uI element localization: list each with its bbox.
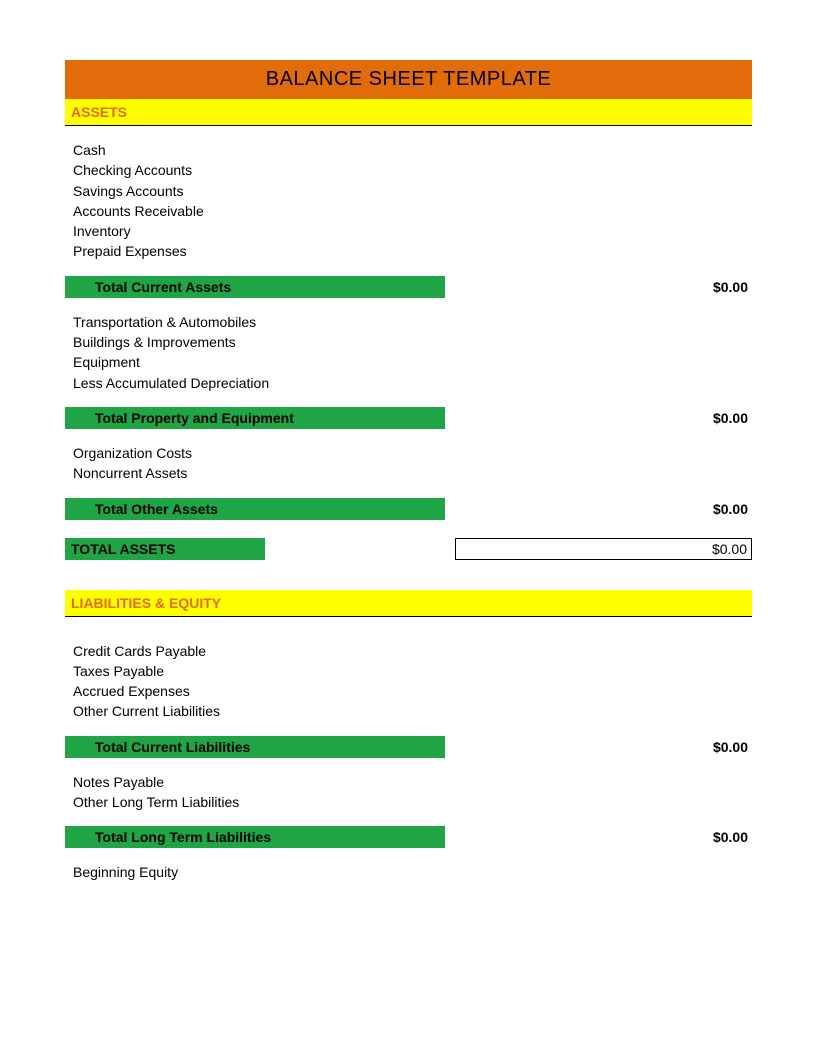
current-assets-items: Cash Checking Accounts Savings Accounts … xyxy=(65,126,752,262)
spacer xyxy=(265,538,455,560)
line-item: Credit Cards Payable xyxy=(73,641,752,661)
line-item: Noncurrent Assets xyxy=(73,463,752,483)
subtotal-value: $0.00 xyxy=(445,407,752,429)
subtotal-label: Total Other Assets xyxy=(65,498,445,520)
line-item: Inventory xyxy=(73,221,752,241)
equity-items: Beginning Equity xyxy=(65,848,752,882)
subtotal-value: $0.00 xyxy=(445,736,752,758)
total-assets-label: TOTAL ASSETS xyxy=(65,538,265,560)
line-item: Cash xyxy=(73,140,752,160)
line-item: Beginning Equity xyxy=(73,862,752,882)
subtotal-value: $0.00 xyxy=(445,276,752,298)
property-equipment-items: Transportation & Automobiles Buildings &… xyxy=(65,298,752,393)
subtotal-label: Total Long Term Liabilities xyxy=(65,826,445,848)
total-assets-value: $0.00 xyxy=(455,538,752,560)
subtotal-current-assets: Total Current Assets $0.00 xyxy=(65,276,752,298)
line-item: Savings Accounts xyxy=(73,181,752,201)
subtotal-label: Total Property and Equipment xyxy=(65,407,445,429)
line-item: Checking Accounts xyxy=(73,160,752,180)
subtotal-label: Total Current Assets xyxy=(65,276,445,298)
total-assets-row: TOTAL ASSETS $0.00 xyxy=(65,538,752,560)
line-item: Taxes Payable xyxy=(73,661,752,681)
subtotal-value: $0.00 xyxy=(445,826,752,848)
subtotal-value: $0.00 xyxy=(445,498,752,520)
line-item: Less Accumulated Depreciation xyxy=(73,373,752,393)
line-item: Accrued Expenses xyxy=(73,681,752,701)
line-item: Notes Payable xyxy=(73,772,752,792)
subtotal-label: Total Current Liabilities xyxy=(65,736,445,758)
line-item: Organization Costs xyxy=(73,443,752,463)
document-title: BALANCE SHEET TEMPLATE xyxy=(65,60,752,99)
subtotal-current-liabilities: Total Current Liabilities $0.00 xyxy=(65,736,752,758)
subtotal-property-equipment: Total Property and Equipment $0.00 xyxy=(65,407,752,429)
line-item: Buildings & Improvements xyxy=(73,332,752,352)
line-item: Other Long Term Liabilities xyxy=(73,792,752,812)
line-item: Other Current Liabilities xyxy=(73,701,752,721)
line-item: Prepaid Expenses xyxy=(73,241,752,261)
section-header-assets: ASSETS xyxy=(65,99,752,126)
subtotal-other-assets: Total Other Assets $0.00 xyxy=(65,498,752,520)
current-liabilities-items: Credit Cards Payable Taxes Payable Accru… xyxy=(65,617,752,722)
line-item: Transportation & Automobiles xyxy=(73,312,752,332)
subtotal-long-term-liabilities: Total Long Term Liabilities $0.00 xyxy=(65,826,752,848)
section-header-liabilities-equity: LIABILITIES & EQUITY xyxy=(65,590,752,617)
long-term-liabilities-items: Notes Payable Other Long Term Liabilitie… xyxy=(65,758,752,813)
line-item: Accounts Receivable xyxy=(73,201,752,221)
line-item: Equipment xyxy=(73,352,752,372)
other-assets-items: Organization Costs Noncurrent Assets xyxy=(65,429,752,484)
